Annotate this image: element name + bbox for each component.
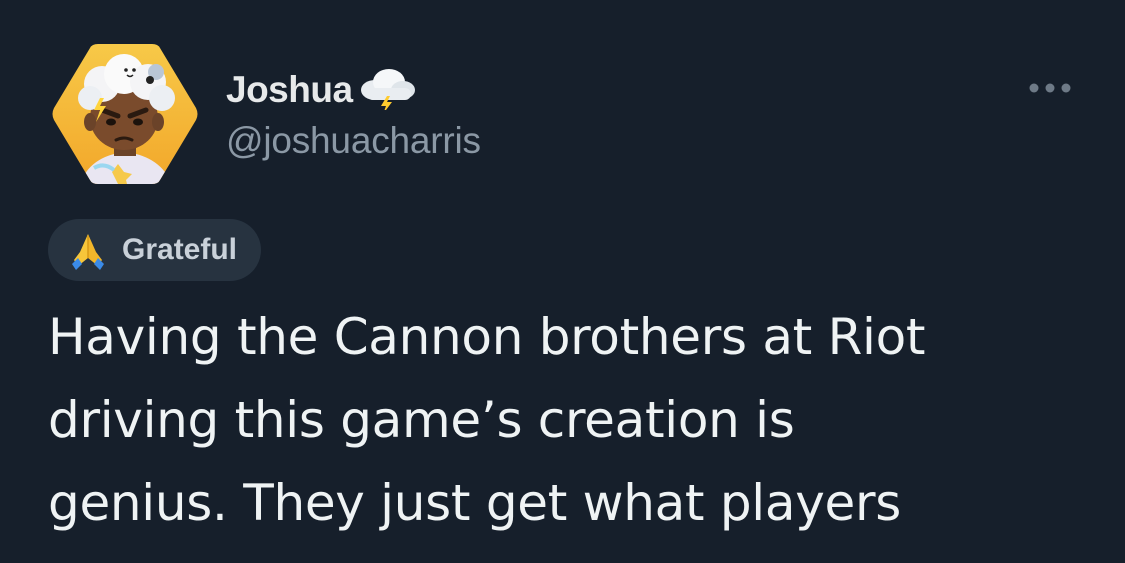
folded-hands-icon xyxy=(72,234,104,270)
user-handle[interactable]: @joshuacharris xyxy=(226,120,481,162)
cloud-with-lightning-icon xyxy=(353,66,417,115)
more-options-button[interactable] xyxy=(1024,72,1076,104)
avatar[interactable] xyxy=(50,44,200,184)
avatar-image xyxy=(52,44,198,184)
display-name[interactable]: Joshua xyxy=(226,69,353,111)
mood-label: Grateful xyxy=(122,233,238,266)
more-horizontal-icon xyxy=(1029,83,1071,93)
author-name-row[interactable]: Joshua xyxy=(226,66,417,114)
mood-badge[interactable]: Grateful xyxy=(48,219,262,281)
tweet-detail-view: Joshua @joshuacharris Grateful Having th… xyxy=(0,0,1125,563)
tweet-text: Having the Cannon brothers at Riot drivi… xyxy=(48,308,926,532)
